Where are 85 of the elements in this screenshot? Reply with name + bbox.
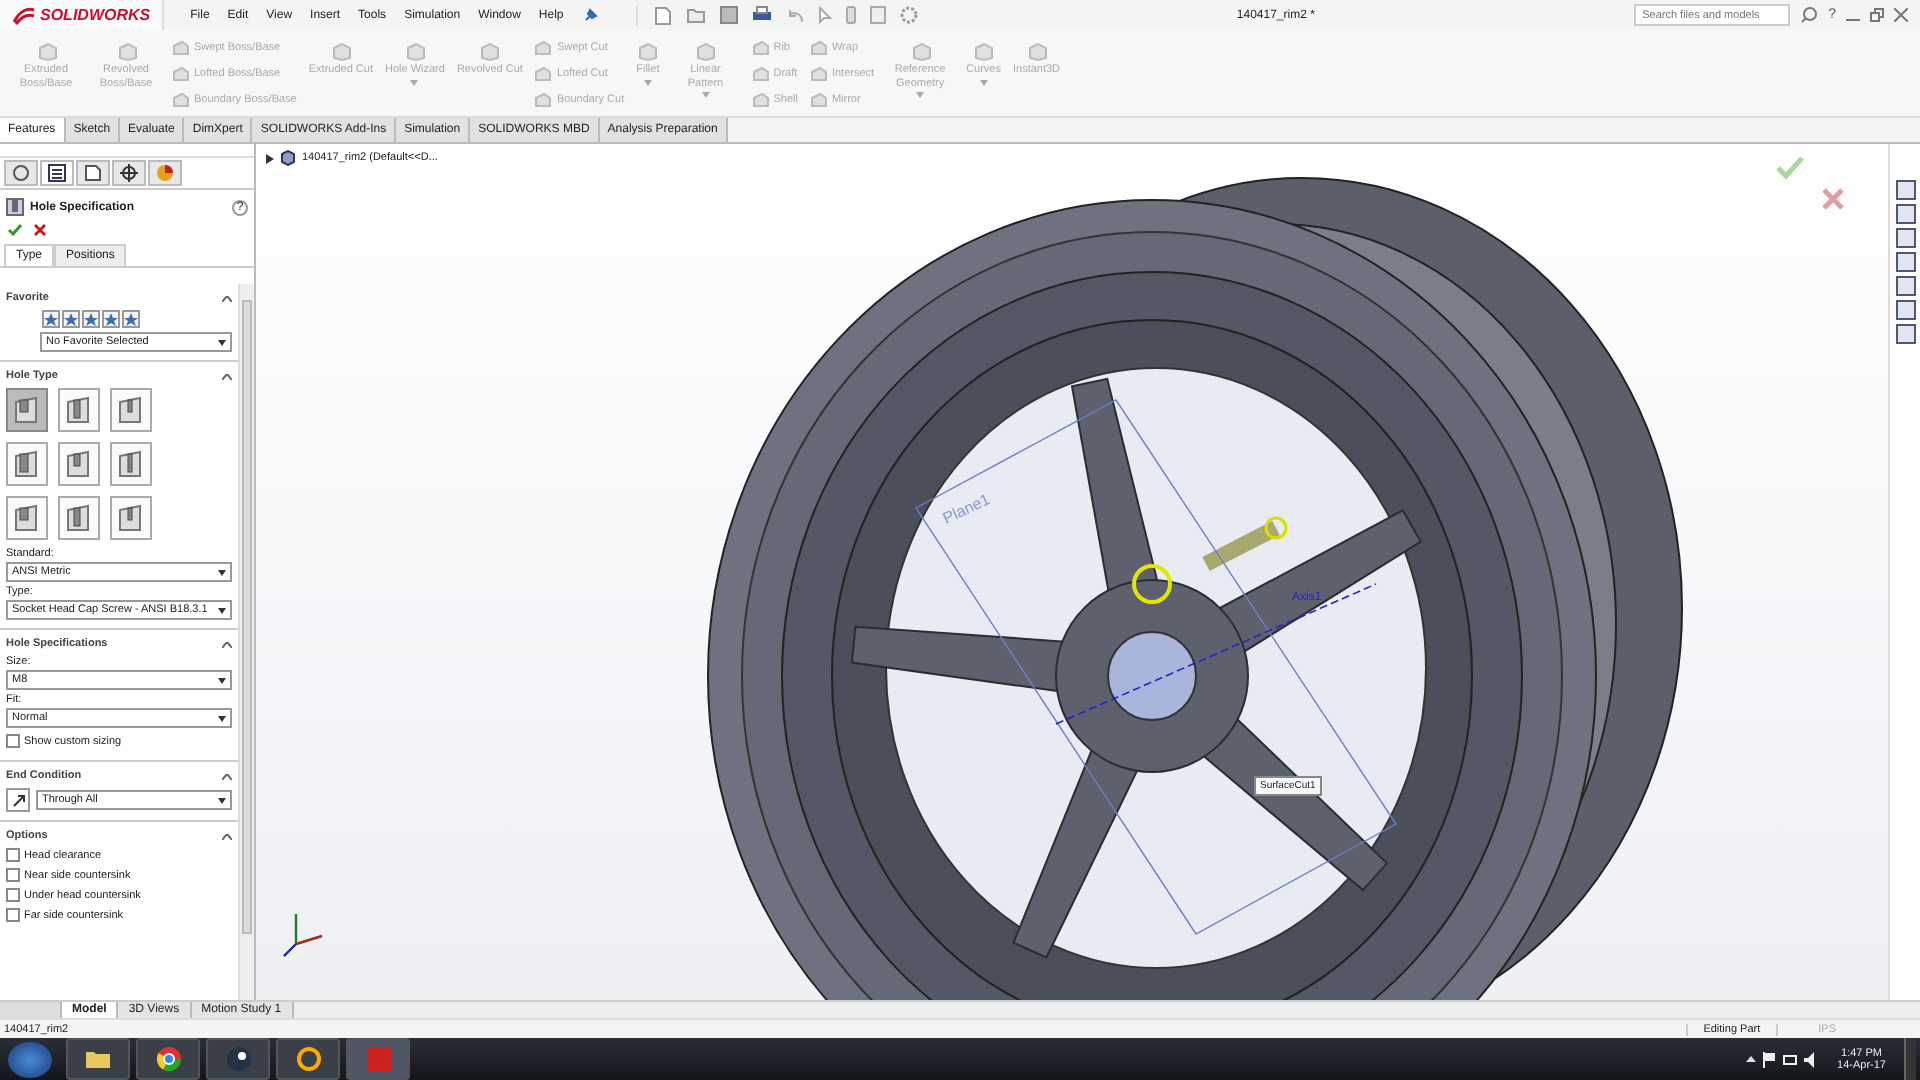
collapse-icon[interactable] (222, 773, 232, 779)
property-manager-tab[interactable] (40, 160, 74, 186)
close-icon[interactable] (1894, 8, 1908, 22)
hole-type-button[interactable] (58, 442, 100, 486)
crosshair-icon (120, 164, 138, 182)
start-button[interactable] (8, 1041, 52, 1077)
feature-icon (636, 40, 659, 62)
gear-icon[interactable] (899, 6, 918, 24)
hole-section-icon (118, 504, 144, 532)
star-icon[interactable] (62, 310, 80, 328)
tray-arrow-icon[interactable] (1745, 1056, 1756, 1062)
feature-icon (478, 40, 501, 62)
circle-icon (225, 1046, 251, 1072)
feature-manager-tab[interactable] (4, 160, 38, 186)
search-icon[interactable] (1800, 6, 1819, 24)
configuration-tab[interactable] (76, 160, 110, 186)
collapse-icon[interactable] (222, 641, 232, 647)
star-icon[interactable] (42, 310, 60, 328)
save-icon[interactable] (719, 6, 738, 24)
close-icon[interactable] (34, 224, 46, 236)
hole-type-button[interactable] (6, 388, 48, 432)
logo-icon (12, 5, 36, 25)
feature-icon (35, 40, 57, 62)
reverse-direction-button[interactable] (6, 788, 30, 812)
collapse-icon[interactable] (222, 833, 232, 839)
scrollbar[interactable] (238, 284, 254, 1000)
collapse-icon[interactable] (222, 373, 232, 379)
arrow-icon (11, 793, 25, 807)
hole-type-button[interactable] (6, 496, 48, 540)
flag-icon[interactable] (1761, 1051, 1776, 1067)
printer-icon[interactable] (751, 6, 772, 24)
collapse-icon[interactable] (222, 295, 232, 301)
feature-icon (329, 40, 352, 62)
check-icon[interactable] (8, 224, 22, 236)
browser-app-button[interactable] (136, 1038, 200, 1080)
caret-icon (218, 677, 226, 683)
feature-icon (909, 40, 932, 62)
caret-icon (218, 797, 226, 803)
caret-icon (218, 607, 226, 613)
hole-section-icon (66, 450, 92, 478)
hole-section-icon (118, 396, 144, 424)
hole-section-icon (14, 450, 40, 478)
caret-icon (218, 569, 226, 575)
feature-icon (694, 40, 717, 62)
scroll-thumb[interactable] (242, 300, 252, 934)
triad-icon (282, 912, 324, 958)
star-icon[interactable] (82, 310, 100, 328)
network-icon[interactable] (1781, 1051, 1798, 1067)
folder-app-button[interactable] (66, 1038, 130, 1080)
new-document-icon[interactable] (653, 5, 672, 25)
app-logo[interactable]: SOLIDWORKS (0, 0, 165, 30)
hole-type-button[interactable] (58, 496, 100, 540)
restore-icon[interactable] (1870, 8, 1884, 22)
check-icon[interactable] (1776, 156, 1804, 180)
hole-type-button[interactable] (110, 496, 152, 540)
caret-icon (218, 715, 226, 721)
dimxpert-tab[interactable] (112, 160, 146, 186)
app-button[interactable] (276, 1038, 340, 1080)
feature-icon (115, 40, 137, 62)
hole-section-icon (14, 504, 40, 532)
hole-type-button[interactable] (110, 388, 152, 432)
expand-icon[interactable] (266, 153, 274, 163)
part-icon (280, 150, 296, 166)
hole-type-button[interactable] (58, 388, 100, 432)
hole-section-icon (66, 504, 92, 532)
hole-section-icon (14, 396, 40, 424)
app-icon (365, 1046, 391, 1072)
hole-section-icon (118, 450, 144, 478)
speaker-icon[interactable] (1803, 1051, 1820, 1067)
browser-icon (155, 1046, 181, 1072)
tree-icon (12, 164, 30, 182)
display-tab[interactable] (148, 160, 182, 186)
hole-type-button[interactable] (110, 442, 152, 486)
pin-icon[interactable] (581, 7, 598, 23)
feature-icon (972, 40, 995, 62)
star-icon[interactable] (122, 310, 140, 328)
caret-icon (218, 339, 226, 345)
feature-icon (403, 40, 426, 62)
hole-type-button[interactable] (6, 442, 48, 486)
hole-section-icon (66, 396, 92, 424)
swirl-icon (295, 1046, 321, 1072)
hole-icon (6, 198, 24, 216)
star-icon[interactable] (102, 310, 120, 328)
feature-icon (1025, 40, 1048, 62)
open-folder-icon[interactable] (685, 6, 706, 24)
